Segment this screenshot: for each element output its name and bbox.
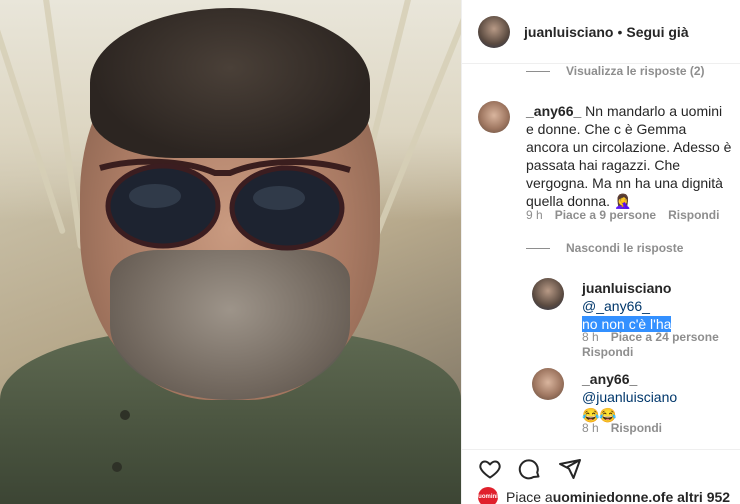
reply-reply-button[interactable]: Rispondi: [611, 421, 662, 435]
likes-user[interactable]: uominiedonne.of: [553, 489, 666, 504]
reply-time[interactable]: 8 h: [582, 330, 599, 344]
photo-beard: [110, 250, 350, 400]
likes-suffix[interactable]: e altri 952: [665, 489, 730, 504]
header-separator: •: [617, 23, 623, 40]
liker-avatar[interactable]: uomini: [478, 487, 498, 504]
reply-username[interactable]: _any66_: [582, 371, 637, 387]
follow-status-button[interactable]: Segui già: [626, 24, 688, 40]
comment-avatar[interactable]: [478, 101, 510, 133]
reply-body: _any66_ @juanluisciano 😂😂: [582, 370, 732, 424]
comment-time[interactable]: 9 h: [526, 208, 543, 222]
share-icon[interactable]: [558, 457, 582, 481]
likes-summary[interactable]: uomini Piace a uominiedonne.of e altri 9…: [478, 487, 730, 504]
likes-prefix: Piace a: [506, 489, 553, 504]
reply-likes[interactable]: Piace a 24 persone: [611, 330, 719, 344]
reply-avatar[interactable]: [532, 278, 564, 310]
post-photo[interactable]: [0, 0, 461, 504]
view-replies-label: Visualizza le risposte (2): [566, 64, 705, 78]
reply-meta-2: Rispondi: [582, 345, 633, 359]
hide-replies-toggle[interactable]: Nascondi le risposte: [526, 241, 683, 255]
reply-mention[interactable]: @juanluisciano: [582, 389, 677, 405]
heart-icon[interactable]: [478, 457, 502, 481]
reply-avatar[interactable]: [532, 368, 564, 400]
comment-icon[interactable]: [518, 457, 542, 481]
hide-replies-label: Nascondi le risposte: [566, 241, 684, 255]
author-avatar[interactable]: [478, 15, 510, 48]
post-actions-bar: [462, 449, 740, 487]
post-header: juanluisciano • Segui già: [462, 0, 740, 64]
reply-mention[interactable]: @_any66_: [582, 298, 650, 314]
post-detail-panel: juanluisciano • Segui già Visualizza le …: [461, 0, 740, 504]
reply-reply-button[interactable]: Rispondi: [582, 345, 633, 359]
comment-body: _any66_ Nn mandarlo a uomini e donne. Ch…: [526, 102, 732, 210]
photo-sunglasses: [99, 158, 351, 251]
comments-list: Visualizza le risposte (2) _any66_ Nn ma…: [462, 64, 740, 449]
view-replies-toggle[interactable]: Visualizza le risposte (2): [526, 64, 705, 78]
comment-likes[interactable]: Piace a 9 persone: [555, 208, 656, 222]
replies-dash: [526, 70, 550, 72]
reply-body: juanluisciano @_any66_ no non c'è l'ha: [582, 279, 732, 333]
reply-meta: 8 h Rispondi: [582, 421, 662, 435]
reply-username[interactable]: juanluisciano: [582, 280, 671, 296]
author-username[interactable]: juanluisciano: [524, 24, 613, 40]
photo-shirt-button: [120, 410, 130, 420]
reply-time[interactable]: 8 h: [582, 421, 599, 435]
reply-meta: 8 h Piace a 24 persone: [582, 330, 719, 344]
comment-reply-button[interactable]: Rispondi: [668, 208, 719, 222]
photo-shirt-button: [112, 462, 122, 472]
comment-meta: 9 h Piace a 9 persone Rispondi: [526, 208, 719, 222]
replies-dash: [526, 247, 550, 249]
photo-hair: [90, 8, 370, 158]
comment-username[interactable]: _any66_: [526, 103, 581, 119]
